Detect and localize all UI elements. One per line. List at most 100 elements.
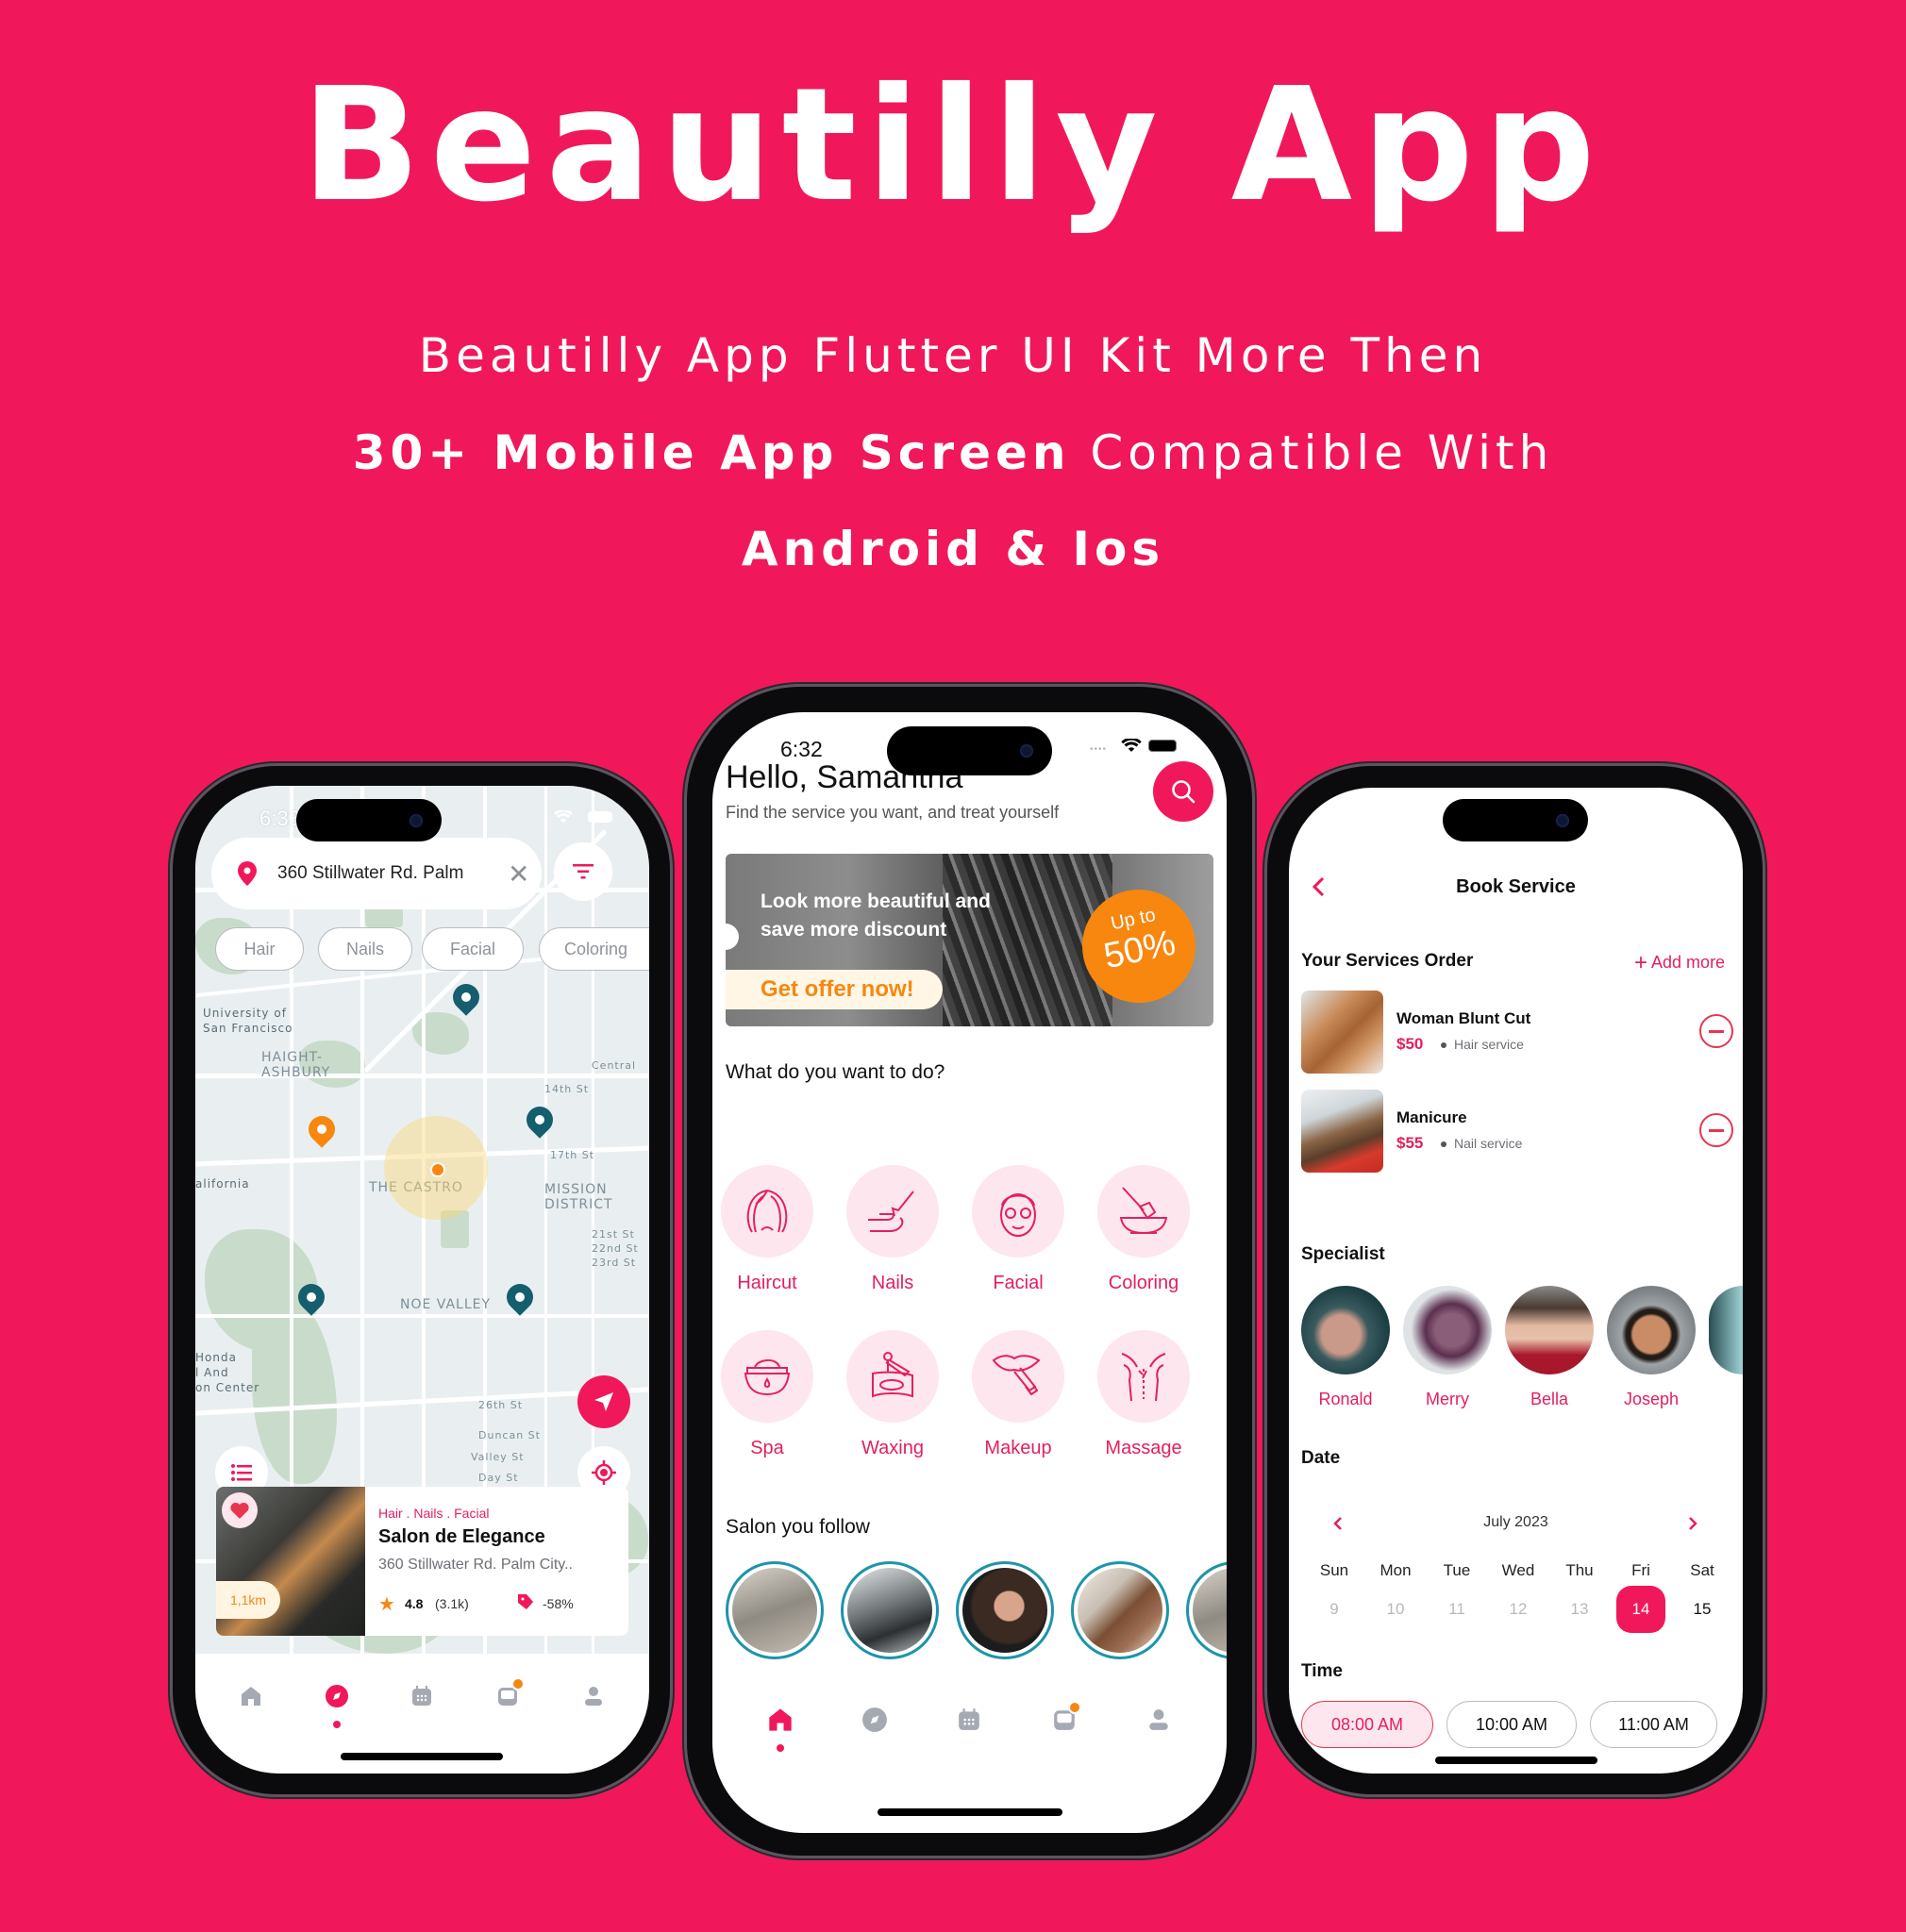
haircut-icon — [746, 1189, 788, 1233]
get-offer-button[interactable]: Get offer now! — [726, 970, 943, 1009]
service-nails[interactable]: Nails — [836, 1165, 949, 1294]
order-type: Hair service — [1454, 1037, 1524, 1052]
remove-order-button[interactable] — [1699, 1014, 1733, 1048]
favorite-button[interactable] — [222, 1492, 258, 1528]
service-label: Waxing — [861, 1438, 924, 1458]
promo-banner[interactable]: Look more beautiful and save more discou… — [726, 854, 1213, 1026]
calendar-icon — [412, 1686, 432, 1706]
profile-icon — [584, 1687, 602, 1706]
service-facial[interactable]: Facial — [961, 1165, 1075, 1294]
day-cell-selected[interactable]: 14 — [1616, 1586, 1665, 1633]
home-indicator — [341, 1753, 503, 1760]
home-indicator — [1435, 1757, 1597, 1764]
service-label: Haircut — [737, 1273, 797, 1293]
nav-home[interactable] — [232, 1677, 270, 1715]
specialist-name: Merry — [1426, 1390, 1469, 1408]
weekday-label: Mon — [1379, 1561, 1412, 1579]
service-makeup[interactable]: Makeup — [961, 1330, 1075, 1459]
current-location-dot — [430, 1162, 445, 1177]
service-spa[interactable]: Spa — [712, 1330, 824, 1459]
time-slot[interactable]: 11:00 AM — [1590, 1701, 1717, 1748]
map-label: 14th St — [544, 1083, 590, 1095]
salon-name: Salon de Elegance — [378, 1526, 545, 1547]
map-view[interactable]: University of San Francisco HAIGHT- ASHBUR… — [195, 786, 649, 1654]
service-massage[interactable]: Massage — [1087, 1330, 1200, 1459]
book-service-screen: Book Service Your Services Order + Add m… — [1289, 788, 1743, 1774]
status-time: 6:33 — [259, 807, 300, 830]
clear-search-icon[interactable]: ✕ — [508, 858, 529, 890]
order-item: Woman Blunt Cut $50 Hair service — [1301, 991, 1735, 1074]
salon-address: 360 Stillwater Rd. Palm City.. — [378, 1557, 573, 1573]
day-cell[interactable]: 11 — [1432, 1586, 1481, 1633]
service-label: Spa — [750, 1438, 784, 1458]
service-coloring[interactable]: Coloring — [1087, 1165, 1200, 1294]
time-slot[interactable]: 10:00 AM — [1446, 1701, 1577, 1748]
nav-inbox[interactable] — [1045, 1701, 1083, 1739]
followed-salon[interactable] — [1071, 1561, 1169, 1659]
active-nav-dot — [777, 1744, 785, 1752]
location-search-bar[interactable]: ✕ — [211, 838, 542, 909]
filter-button[interactable] — [554, 842, 612, 901]
time-slot-selected[interactable]: 08:00 AM — [1301, 1701, 1433, 1748]
nav-profile[interactable] — [1140, 1701, 1178, 1739]
day-cell[interactable]: 10 — [1371, 1586, 1420, 1633]
followed-salon[interactable] — [956, 1561, 1054, 1659]
nav-calendar[interactable] — [950, 1701, 988, 1739]
followed-salon[interactable] — [841, 1561, 939, 1659]
filter-chip-coloring[interactable]: Coloring — [539, 927, 649, 971]
service-label: Massage — [1105, 1438, 1182, 1458]
distance-badge: 1,1km — [216, 1581, 280, 1619]
day-cell[interactable]: 12 — [1494, 1586, 1543, 1633]
followed-salon[interactable] — [1186, 1561, 1227, 1659]
map-screen: University of San Francisco HAIGHT- ASHBUR… — [195, 786, 649, 1774]
signal-dots: •••• — [1090, 744, 1108, 755]
navigate-button[interactable] — [577, 1375, 630, 1428]
specialist-bella[interactable]: Bella — [1505, 1286, 1594, 1409]
specialist-partial[interactable] — [1709, 1286, 1743, 1374]
salon-map-pin[interactable] — [501, 1278, 539, 1316]
add-more-button[interactable]: + Add more — [1634, 950, 1725, 976]
map-label: Central — [592, 1059, 637, 1072]
map-label: University of San Francisco — [203, 1007, 293, 1035]
day-cell[interactable]: 15 — [1678, 1586, 1727, 1633]
salon-card[interactable]: 1,1km Hair . Nails . Facial Salon de Ele… — [216, 1487, 628, 1636]
nav-profile[interactable] — [575, 1677, 612, 1715]
filter-chip-nails[interactable]: Nails — [318, 927, 412, 971]
map-label: alifornia — [195, 1177, 250, 1191]
day-cell[interactable]: 13 — [1555, 1586, 1604, 1633]
salon-map-pin[interactable] — [521, 1101, 559, 1139]
specialist-name: Bella — [1530, 1390, 1569, 1408]
day-cell[interactable]: 9 — [1310, 1586, 1359, 1633]
search-button[interactable] — [1153, 761, 1213, 822]
service-waxing[interactable]: Waxing — [836, 1330, 949, 1459]
services-heading: What do you want to do? — [726, 1061, 945, 1083]
nav-inbox[interactable] — [489, 1677, 527, 1715]
wifi-icon — [1121, 737, 1142, 758]
navigation-arrow-icon — [594, 1392, 613, 1411]
hero-highlight: 30+ Mobile App Screen — [352, 425, 1071, 480]
location-search-input[interactable] — [276, 862, 506, 885]
bottom-nav — [195, 1677, 649, 1728]
filter-chip-hair[interactable]: Hair — [215, 927, 304, 971]
next-month-button[interactable] — [1688, 1516, 1697, 1536]
weekday-label: Tue — [1443, 1561, 1471, 1579]
followed-salon[interactable] — [726, 1561, 824, 1659]
specialist-merry[interactable]: Merry — [1403, 1286, 1492, 1409]
calendar-icon — [959, 1708, 980, 1730]
nav-calendar[interactable] — [403, 1677, 441, 1715]
nav-explore[interactable] — [856, 1701, 894, 1739]
nav-home[interactable] — [761, 1701, 799, 1752]
order-name: Manicure — [1396, 1108, 1467, 1126]
active-nav-dot — [332, 1721, 341, 1728]
salon-map-pin-selected[interactable] — [303, 1110, 341, 1148]
specialist-joseph[interactable]: Joseph — [1607, 1286, 1696, 1409]
service-haircut[interactable]: Haircut — [712, 1165, 824, 1294]
weekday-label: Fri — [1631, 1561, 1650, 1579]
filter-chip-facial[interactable]: Facial — [422, 927, 524, 971]
discount-tag-icon — [518, 1594, 533, 1609]
weekday-label: Wed — [1501, 1561, 1535, 1579]
remove-order-button[interactable] — [1699, 1113, 1733, 1147]
nav-explore[interactable] — [318, 1677, 356, 1728]
order-type: Nail service — [1454, 1136, 1523, 1151]
specialist-ronald[interactable]: Ronald — [1301, 1286, 1390, 1409]
